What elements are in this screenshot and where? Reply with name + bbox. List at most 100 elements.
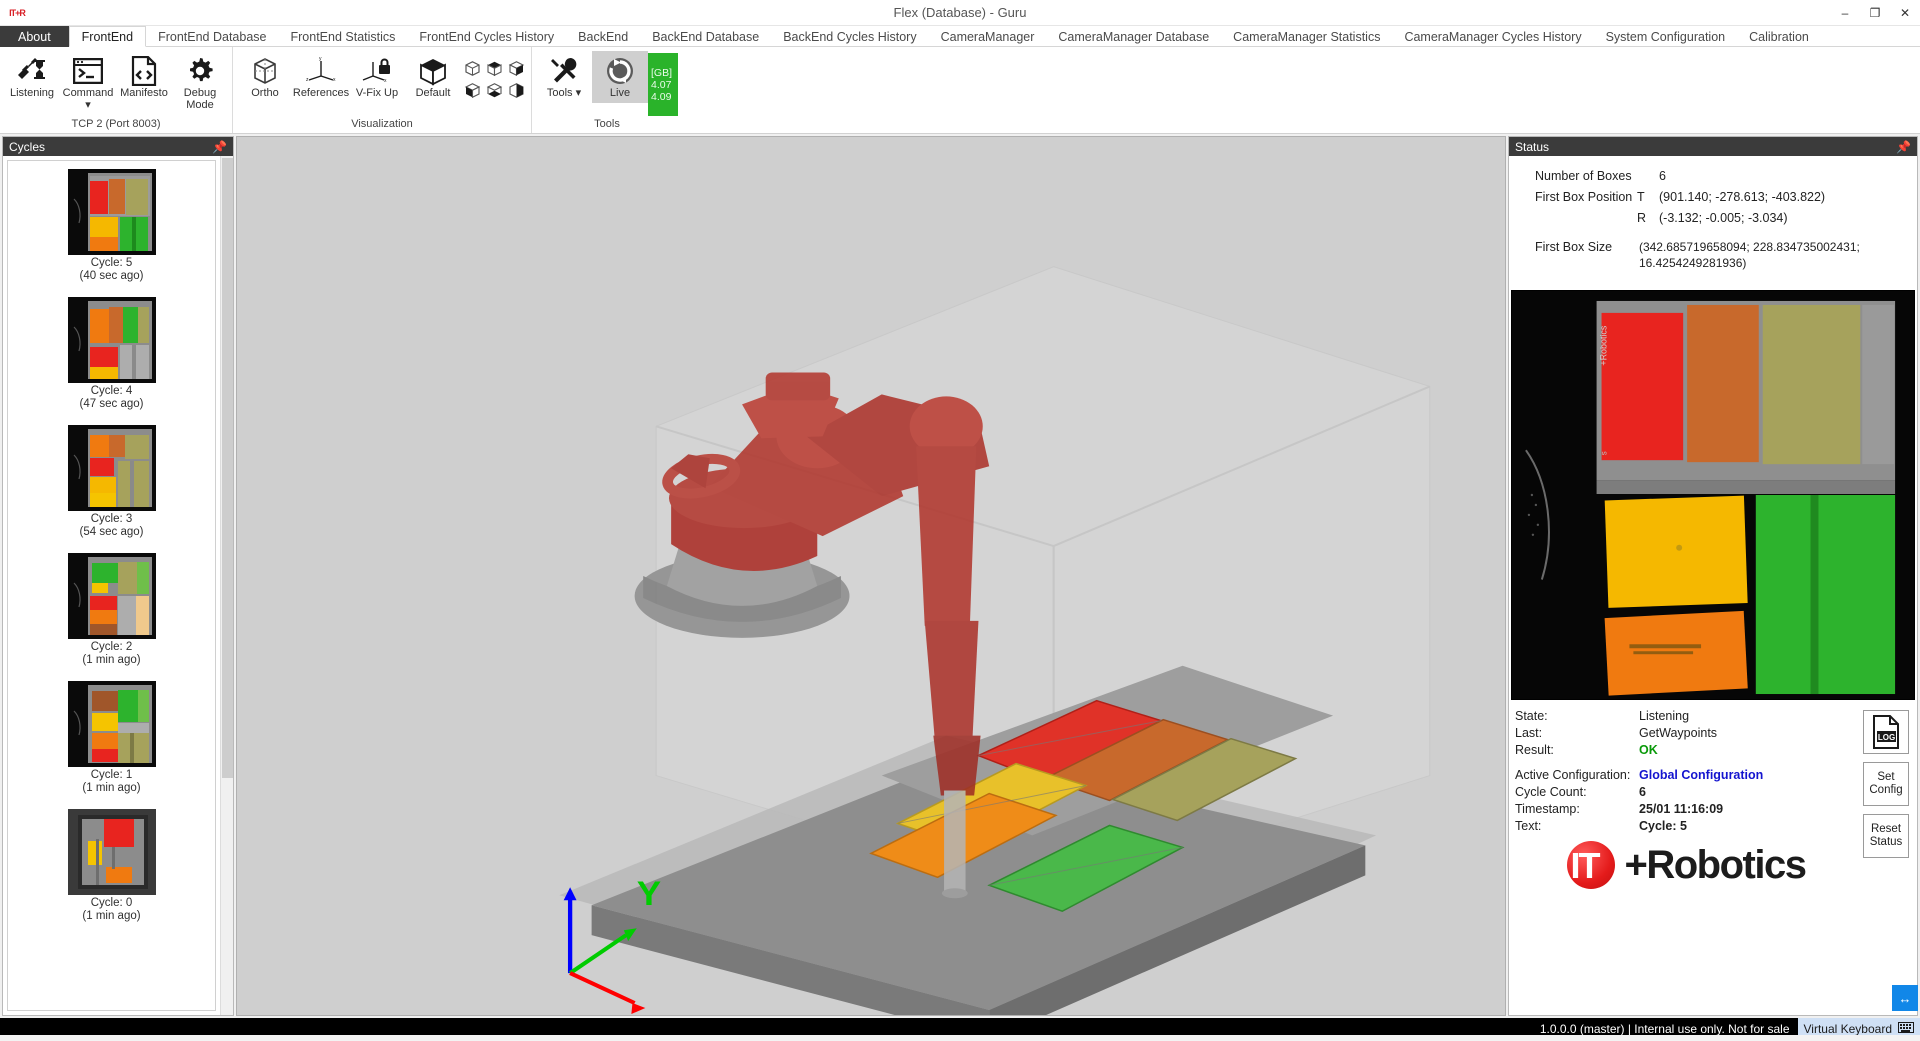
tab-calibration[interactable]: Calibration <box>1737 26 1821 47</box>
tab-cameramanager-statistics[interactable]: CameraManager Statistics <box>1221 26 1392 47</box>
ribbon-group-tools: Tools ▾ Live [GB] 4.07 4.09 Tools <box>531 47 682 133</box>
list-item[interactable]: Cycle: 5 (40 sec ago) <box>67 169 156 283</box>
debug-mode-label: Debug Mode <box>183 87 217 111</box>
v-fix-up-button[interactable]: x V-Fix Up <box>349 51 405 103</box>
active-config-value: Global Configuration <box>1639 768 1764 782</box>
tools-button[interactable]: Tools ▾ <box>536 51 592 103</box>
status-panel: Status 📌 Number of Boxes 6 First Box Pos… <box>1508 136 1918 1016</box>
ortho-button[interactable]: Ortho <box>237 51 293 103</box>
ribbon-group-tcp: Listening Command ▾ Manifesto Debug Mode… <box>0 47 232 133</box>
brand-text: +Robotics <box>1624 842 1807 887</box>
list-item[interactable]: Cycle: 1 (1 min ago) <box>67 681 156 795</box>
minimize-button[interactable]: – <box>1830 0 1860 26</box>
3d-viewport[interactable]: Y <box>236 136 1506 1016</box>
cycles-list[interactable]: Cycle: 5 (40 sec ago) Cycle: 4 (47 sec a… <box>7 160 216 1011</box>
ribbon-toolbar: Listening Command ▾ Manifesto Debug Mode… <box>0 47 1920 134</box>
state-label: State: <box>1515 709 1548 723</box>
list-item-label: Cycle: 3 <box>90 513 133 525</box>
axes-icon: y x z <box>304 54 338 88</box>
live-button[interactable]: Live <box>592 51 648 103</box>
tab-about[interactable]: About <box>0 26 69 47</box>
status-details: State: Listening Last: GetWaypoints Resu… <box>1509 700 1917 1015</box>
wrench-screwdriver-icon <box>549 54 579 88</box>
cube-view-top-left-icon[interactable] <box>461 57 483 79</box>
cycle-3-thumb <box>67 425 156 511</box>
timestamp-row: Timestamp: 25/01 11:16:09 <box>1515 801 1855 818</box>
default-view-button[interactable]: Default <box>405 51 461 103</box>
tab-cameramanager-cycles-history[interactable]: CameraManager Cycles History <box>1392 26 1593 47</box>
close-button[interactable]: ✕ <box>1890 0 1920 26</box>
set-config-button[interactable]: Set Config <box>1863 762 1909 806</box>
ribbon-tab-strip: About FrontEnd FrontEnd Database FrontEn… <box>0 26 1920 47</box>
list-item[interactable]: Cycle: 3 (54 sec ago) <box>67 425 156 539</box>
solid-cube-icon <box>416 54 450 88</box>
pin-icon[interactable]: 📌 <box>1896 140 1911 154</box>
console-icon <box>73 54 103 88</box>
cycles-scrollbar[interactable] <box>220 156 233 1015</box>
result-label: Result: <box>1515 743 1554 757</box>
default-view-label: Default <box>415 87 451 99</box>
it-robotics-logo-icon: IT <box>1565 839 1629 891</box>
teamviewer-icon[interactable]: ↔ <box>1892 985 1918 1011</box>
tab-cameramanager[interactable]: CameraManager <box>929 26 1047 47</box>
list-item[interactable]: Cycle: 2 (1 min ago) <box>67 553 156 667</box>
pin-icon[interactable]: 📌 <box>212 140 227 154</box>
list-item[interactable]: Cycle: 4 (47 sec ago) <box>67 297 156 411</box>
list-item-time: (40 sec ago) <box>79 270 144 282</box>
tab-cameramanager-database[interactable]: CameraManager Database <box>1046 26 1221 47</box>
tab-backend[interactable]: BackEnd <box>566 26 640 47</box>
memory-total: 4.09 <box>651 90 672 103</box>
last-value: GetWaypoints <box>1639 726 1718 740</box>
axes-lock-icon: x <box>360 54 394 88</box>
cube-view-top-right-icon[interactable] <box>505 57 527 79</box>
status-fields: Number of Boxes 6 First Box Position T (… <box>1509 156 1917 284</box>
references-button[interactable]: y x z References <box>293 51 349 103</box>
cube-view-top-icon[interactable] <box>483 57 505 79</box>
cycles-scrollbar-thumb[interactable] <box>222 158 233 778</box>
status-action-buttons: LOG Set Config Reset Status <box>1855 708 1917 1015</box>
taskbar-strip <box>0 1035 1920 1041</box>
listening-button[interactable]: Listening <box>4 51 60 103</box>
cube-view-right-icon[interactable] <box>505 79 527 101</box>
cube-view-left-icon[interactable] <box>461 79 483 101</box>
list-item[interactable]: Cycle: 0 (1 min ago) <box>67 809 156 923</box>
cube-view-bottom-icon[interactable] <box>483 79 505 101</box>
tab-frontend[interactable]: FrontEnd <box>68 26 147 47</box>
list-item-label: Cycle: 4 <box>90 385 133 397</box>
reset-status-button[interactable]: Reset Status <box>1863 814 1909 858</box>
log-button[interactable]: LOG <box>1863 710 1909 754</box>
last-row: Last: GetWaypoints <box>1515 725 1855 742</box>
preview-image: +Robotics s <box>1512 291 1914 699</box>
ribbon-group-visualization: Ortho y x z References x V-Fix Up Defaul… <box>232 47 531 133</box>
position-r-key: R <box>1637 211 1647 225</box>
command-button[interactable]: Command ▾ <box>60 51 116 114</box>
svg-text:x: x <box>384 78 387 84</box>
window-controls: – ❐ ✕ <box>1830 0 1920 26</box>
tab-frontend-cycles-history[interactable]: FrontEnd Cycles History <box>407 26 566 47</box>
ribbon-group-tcp-title: TCP 2 (Port 8003) <box>71 118 161 130</box>
plug-hourglass-icon <box>16 54 48 88</box>
svg-text:LOG: LOG <box>1878 733 1895 742</box>
it-robotics-icon: IT+R <box>9 7 26 18</box>
tab-system-configuration[interactable]: System Configuration <box>1594 26 1738 47</box>
brand-mark-text: IT <box>1570 845 1601 886</box>
state-row: State: Listening <box>1515 708 1855 725</box>
list-item-time: (1 min ago) <box>82 910 141 922</box>
manifesto-label: Manifesto <box>120 87 168 99</box>
tab-backend-cycles-history[interactable]: BackEnd Cycles History <box>771 26 928 47</box>
status-row-first-box-position: First Box Position T (901.140; -278.613;… <box>1509 189 1917 205</box>
list-item-time: (54 sec ago) <box>79 526 144 538</box>
cycle-4-thumb <box>67 297 156 383</box>
svg-text:s: s <box>1600 451 1609 455</box>
manifesto-button[interactable]: Manifesto <box>116 51 172 103</box>
debug-mode-button[interactable]: Debug Mode <box>172 51 228 114</box>
status-row-first-box-size: First Box Size (342.685719658094; 228.83… <box>1509 239 1917 271</box>
maximize-button[interactable]: ❐ <box>1860 0 1890 26</box>
tab-backend-database[interactable]: BackEnd Database <box>640 26 771 47</box>
viewport-container: Y <box>236 136 1506 1016</box>
tab-frontend-database[interactable]: FrontEnd Database <box>146 26 278 47</box>
point-cloud-preview[interactable]: +Robotics s <box>1511 290 1915 700</box>
tab-frontend-statistics[interactable]: FrontEnd Statistics <box>279 26 408 47</box>
first-box-position-label: First Box Position <box>1535 190 1633 204</box>
text-label: Text: <box>1515 819 1542 833</box>
